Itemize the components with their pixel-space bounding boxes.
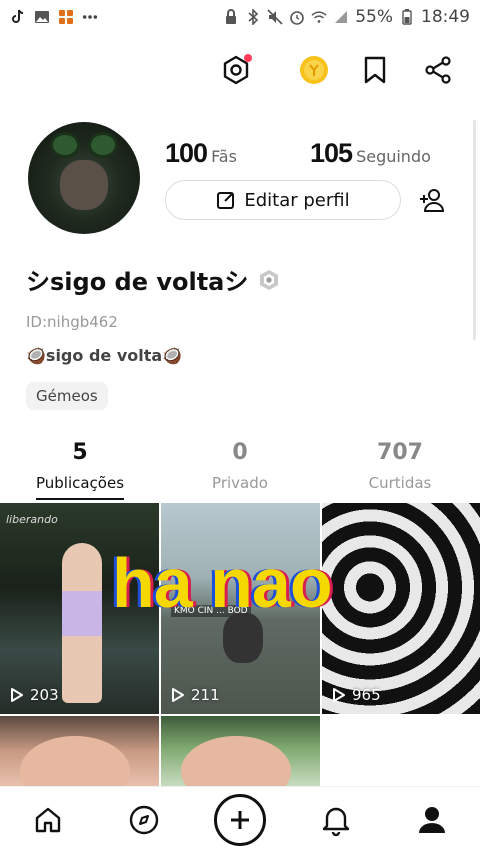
view-count-text: 965 [352, 686, 381, 704]
edit-profile-label: Editar perfil [244, 189, 350, 211]
status-left [10, 9, 98, 25]
video-thumbnail[interactable]: KMO CIN ... BOD 211 [161, 503, 320, 714]
thumbnail-figure [20, 736, 130, 786]
bottom-nav [0, 786, 480, 852]
share-icon [425, 56, 451, 84]
video-thumbnail[interactable]: liberando 203 [0, 503, 159, 714]
avatar-face [60, 160, 108, 210]
username-text: シsigo de voltaシ [26, 268, 249, 296]
thumbnail-figure [62, 543, 102, 703]
bluetooth-icon [245, 9, 261, 25]
notification-dot [244, 54, 252, 62]
video-grid: liberando 203 KMO CIN ... BOD 211 965 [0, 503, 480, 786]
mute-icon [267, 9, 283, 25]
status-right: 55% 18:49 [223, 7, 470, 27]
tab-label: Privado [212, 474, 268, 492]
coin-button[interactable] [294, 48, 334, 92]
profile-top-actions [0, 48, 480, 92]
battery-icon [399, 9, 415, 25]
clock-time: 18:49 [421, 7, 470, 27]
nav-profile[interactable] [384, 787, 480, 852]
play-icon [172, 688, 184, 702]
share-button[interactable] [418, 48, 458, 92]
status-bar: 55% 18:49 [0, 0, 480, 34]
settings-button[interactable] [216, 48, 256, 92]
discover-icon [129, 805, 159, 834]
view-count-text: 203 [30, 686, 59, 704]
video-thumbnail[interactable] [0, 716, 159, 786]
video-thumbnail[interactable]: 965 [322, 503, 480, 714]
tab-count: 5 [72, 440, 88, 465]
view-count-text: 211 [191, 686, 220, 704]
nav-discover[interactable] [96, 787, 192, 852]
home-icon [35, 807, 61, 832]
nav-home[interactable] [0, 787, 96, 852]
avatar-hat-eye-left [50, 132, 80, 158]
watermark-text: liberando [6, 513, 58, 526]
avatar-hat-eye-right [88, 132, 118, 158]
battery-percent: 55% [355, 7, 393, 27]
bio: 🥥sigo de volta🥥 [26, 346, 183, 365]
create-button[interactable] [214, 793, 266, 846]
tiktok-icon [10, 9, 26, 25]
nav-create[interactable] [192, 787, 288, 852]
following-stat[interactable]: 105 Seguindo [310, 138, 431, 169]
scrollbar[interactable] [473, 120, 476, 340]
bookmark-button[interactable] [355, 48, 395, 92]
user-id: ID:nihgb462 [26, 313, 118, 331]
alarm-icon [289, 9, 305, 25]
bell-icon [322, 807, 350, 836]
thumbnail-figure [223, 613, 263, 663]
edit-profile-button[interactable]: Editar perfil [165, 180, 401, 220]
play-icon [11, 688, 23, 702]
following-label: Seguindo [356, 147, 431, 166]
tab-publicacoes[interactable]: 5 Publicações [0, 440, 160, 500]
app-icon [58, 9, 74, 25]
avatar[interactable] [28, 122, 140, 234]
fans-label: Fãs [211, 147, 237, 166]
fans-count: 100 [165, 138, 208, 168]
profile-tabs: 5 Publicações 0 Privado 707 Curtidas [0, 440, 480, 500]
tab-label: Publicações [35, 474, 125, 500]
thumbnail-figure [181, 736, 291, 786]
video-thumbnail[interactable] [161, 716, 320, 786]
wifi-icon [311, 9, 327, 25]
play-icon [333, 688, 345, 702]
tab-curtidas[interactable]: 707 Curtidas [320, 440, 480, 500]
zodiac-tag[interactable]: Gémeos [26, 382, 108, 410]
view-count: 203 [10, 686, 59, 704]
profile-icon [419, 806, 445, 833]
view-count: 965 [332, 686, 381, 704]
coin-icon [300, 56, 328, 84]
signal-icon [333, 9, 349, 25]
tab-privado[interactable]: 0 Privado [160, 440, 320, 500]
gallery-icon [34, 9, 50, 25]
more-dots-icon [82, 9, 98, 25]
tab-label: Curtidas [368, 474, 432, 492]
fans-stat[interactable]: 100 Fãs [165, 138, 237, 169]
empty-cell [322, 716, 480, 786]
bookmark-icon [364, 56, 386, 84]
add-user-icon [420, 189, 445, 212]
badge-icon[interactable] [258, 269, 280, 291]
view-count: 211 [171, 686, 220, 704]
following-count: 105 [310, 138, 353, 168]
tab-count: 0 [232, 440, 248, 465]
lock-icon [223, 9, 239, 25]
profile-username: シsigo de voltaシ [26, 262, 280, 297]
nav-notifications[interactable] [288, 787, 384, 852]
add-friend-button[interactable] [414, 182, 450, 218]
edit-icon [217, 192, 235, 209]
tab-count: 707 [377, 440, 423, 465]
plus-icon [231, 810, 249, 829]
